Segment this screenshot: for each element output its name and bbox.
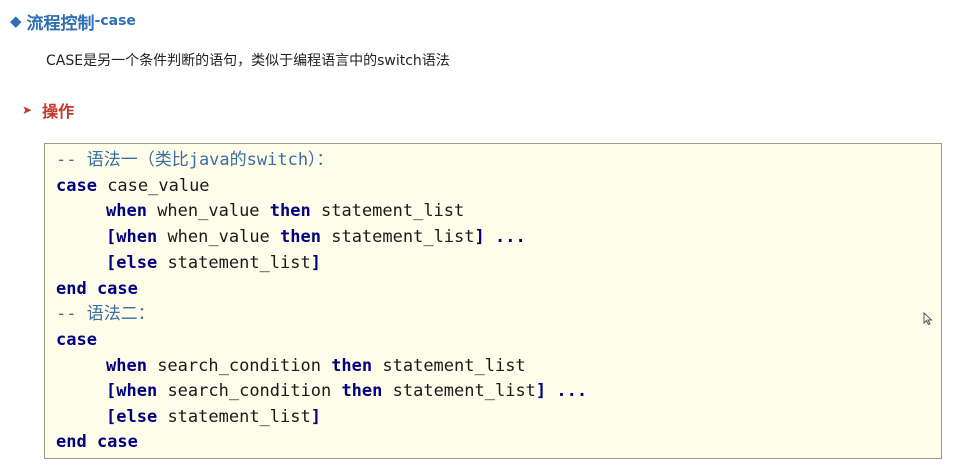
keyword-when: when [116, 381, 158, 401]
code-text: statement_list [310, 201, 465, 221]
keyword-when: when [106, 356, 147, 376]
arrow-bullet-icon: ➤ [22, 103, 33, 117]
code-line: [when when_value then statement_list] ..… [56, 225, 526, 249]
keyword-then: then [269, 201, 311, 221]
bracket-ellipsis: ] ... [535, 381, 588, 401]
code-block: -- 语法一（类比java的switch）： case case_value w… [44, 143, 942, 459]
code-text: statement_list [157, 407, 311, 427]
section-title: ◆ 流程控制 -case [10, 10, 136, 34]
keyword-else: else [116, 253, 158, 273]
bracket: [ [106, 253, 117, 273]
code-text: statement_list [382, 381, 536, 401]
keyword-end-case: end case [56, 432, 138, 452]
code-comment-syntax-2: -- 语法二： [56, 304, 155, 324]
code-text: statement_list [320, 227, 475, 247]
bracket: ] [310, 407, 321, 427]
code-text: statement_list [372, 356, 526, 376]
code-comment-syntax-1: -- 语法一（类比java的switch）： [56, 150, 334, 170]
keyword-else: else [116, 407, 158, 427]
operation-label: 操作 [42, 102, 75, 121]
diamond-bullet-icon: ◆ [10, 11, 22, 30]
code-line: [when search_condition then statement_li… [56, 379, 587, 403]
code-text: when_value [146, 201, 270, 221]
code-line: when when_value then statement_list [56, 199, 464, 223]
bracket: ] [310, 253, 321, 273]
keyword-then: then [331, 356, 373, 376]
code-text: search_condition [146, 356, 332, 376]
keyword-end-case: end case [56, 279, 138, 299]
section-title-sub: -case [94, 13, 136, 29]
bracket: [ [106, 227, 117, 247]
keyword-when: when [106, 201, 147, 221]
bracket: [ [106, 407, 117, 427]
section-title-main: 流程控制 [26, 13, 95, 34]
keyword-then: then [280, 227, 321, 247]
code-line: case case_value [56, 174, 210, 198]
keyword-case: case [56, 176, 97, 196]
description-text: CASE是另一个条件判断的语句，类似于编程语言中的switch语法 [46, 53, 450, 69]
bracket-ellipsis: ] ... [474, 227, 526, 247]
operation-heading: ➤ 操作 [22, 98, 74, 122]
code-text: case_value [96, 176, 210, 196]
mouse-pointer-icon [923, 310, 933, 329]
keyword-case: case [56, 330, 97, 350]
code-line: end case [56, 277, 138, 301]
code-line: case [56, 328, 97, 352]
code-line: [else statement_list] [56, 251, 321, 275]
code-line: end case [56, 430, 138, 454]
keyword-when: when [116, 227, 158, 247]
code-text: statement_list [157, 253, 311, 273]
code-line: when search_condition then statement_lis… [56, 354, 526, 378]
keyword-then: then [341, 381, 383, 401]
bracket: [ [106, 381, 117, 401]
code-line: [else statement_list] [56, 405, 321, 429]
code-text: search_condition [157, 381, 342, 401]
code-text: when_value [157, 227, 281, 247]
